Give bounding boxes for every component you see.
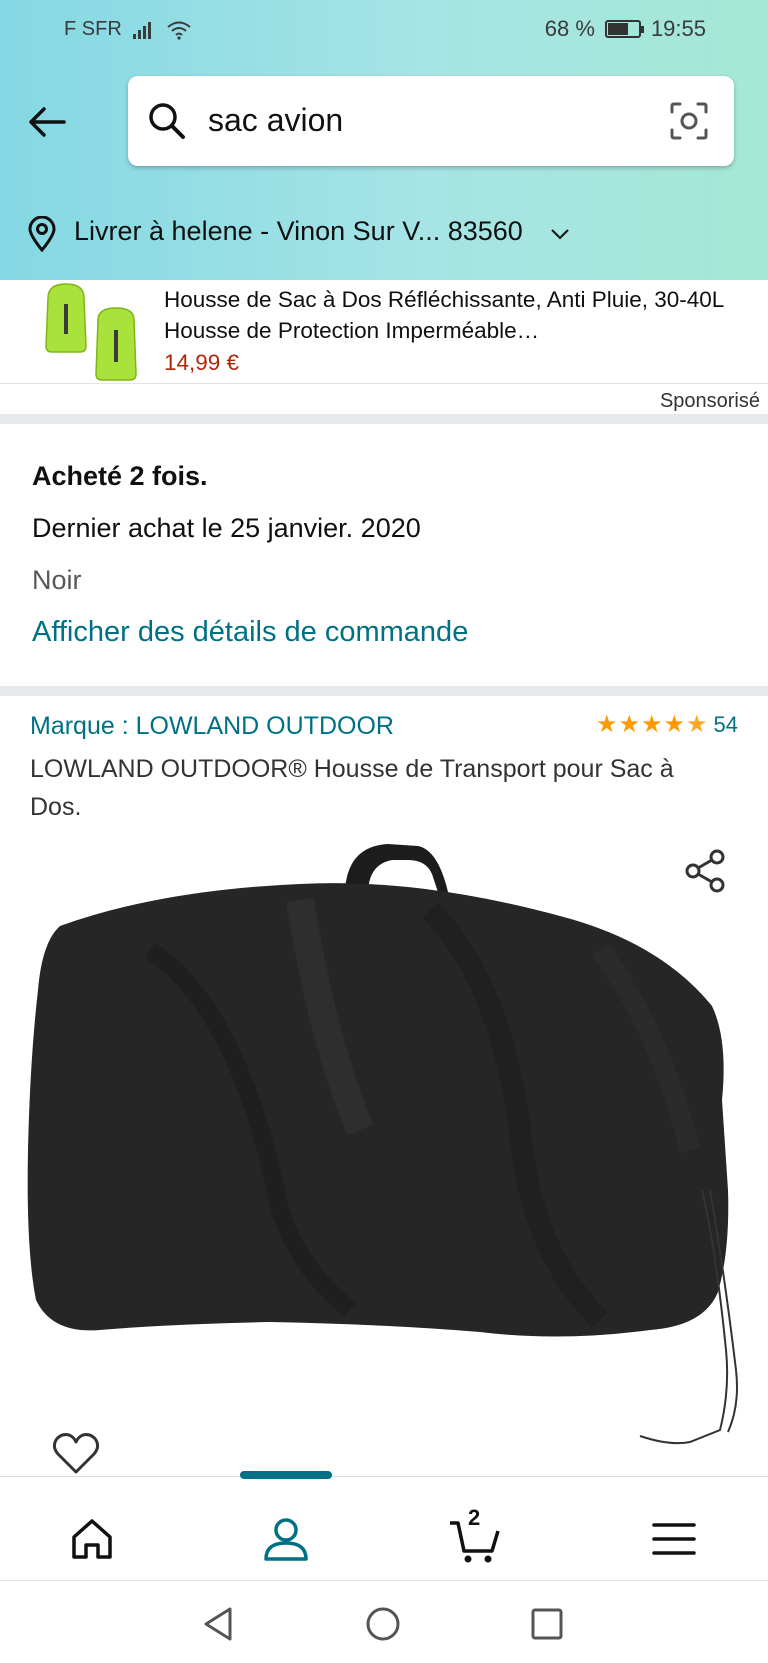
account-icon[interactable]: [260, 1513, 312, 1565]
sponsored-product-ad[interactable]: Housse de Sac à Dos Réfléchissante, Anti…: [0, 280, 768, 384]
ad-price: 14,99 €: [164, 350, 240, 375]
order-details-link[interactable]: Afficher des détails de commande: [32, 612, 732, 652]
cart-count-badge: 2: [468, 1505, 481, 1530]
ad-product-image: [45, 283, 137, 381]
star-full-icon: ★: [618, 711, 640, 738]
search-query: sac avion: [208, 102, 344, 138]
home-icon[interactable]: [66, 1513, 118, 1565]
battery-fill: [607, 23, 629, 35]
signal-icon: [132, 21, 151, 39]
location-pin-icon: [28, 216, 56, 252]
search-icon: [149, 103, 185, 139]
brand-link[interactable]: Marque : LOWLAND OUTDOOR: [30, 712, 394, 741]
star-half-icon: ★: [686, 711, 708, 738]
heart-icon[interactable]: [52, 1432, 100, 1476]
camera-icon[interactable]: [668, 100, 710, 142]
star-full-icon: ★: [663, 711, 685, 738]
menu-icon[interactable]: [648, 1513, 700, 1565]
section-divider: [0, 414, 768, 424]
order-history-section: Acheté 2 fois. Dernier achat le 25 janvi…: [32, 456, 732, 652]
active-tab-indicator: [240, 1471, 332, 1479]
share-icon[interactable]: [682, 848, 728, 894]
carrier-label: F SFR: [64, 18, 122, 40]
cart-button[interactable]: 2: [448, 1505, 500, 1565]
system-navigation-bar: [0, 1580, 768, 1663]
rating-stars: ★ ★ ★ ★ ★: [596, 713, 708, 737]
rating-count[interactable]: 54: [714, 712, 738, 738]
system-recents-icon[interactable]: [528, 1605, 566, 1643]
search-input[interactable]: sac avion: [128, 76, 734, 166]
system-home-icon[interactable]: [364, 1605, 402, 1643]
bought-times: Acheté 2 fois.: [32, 461, 208, 491]
wifi-icon: [167, 21, 191, 40]
ad-title[interactable]: Housse de Sac à Dos Réfléchissante, Anti…: [164, 284, 744, 346]
section-divider: [0, 686, 768, 696]
battery-icon: [604, 20, 644, 38]
product-image[interactable]: [0, 830, 768, 1470]
product-color: Noir: [32, 565, 82, 595]
star-full-icon: ★: [595, 711, 618, 738]
status-right: 68 % 19:55: [545, 16, 706, 42]
sponsored-label[interactable]: Sponsorisé: [660, 390, 760, 413]
delivery-location[interactable]: Livrer à helene - Vinon Sur V... 83560: [0, 186, 768, 278]
battery-percent: 68 %: [544, 16, 595, 41]
product-title[interactable]: LOWLAND OUTDOOR® Housse de Transport pou…: [30, 750, 730, 826]
delivery-text: Livrer à helene - Vinon Sur V... 83560: [74, 216, 523, 246]
back-arrow-icon[interactable]: [24, 98, 72, 146]
product-rating[interactable]: ★ ★ ★ ★ ★ 54: [596, 712, 738, 738]
star-full-icon: ★: [640, 711, 663, 738]
chevron-down-icon: [551, 229, 569, 240]
system-back-icon[interactable]: [200, 1605, 238, 1643]
status-bar: F SFR 68 % 19:55: [0, 0, 768, 60]
status-left: F SFR: [64, 18, 192, 41]
clock: 19:55: [650, 16, 706, 41]
last-purchase-date: Dernier achat le 25 janvier. 2020: [32, 513, 421, 543]
